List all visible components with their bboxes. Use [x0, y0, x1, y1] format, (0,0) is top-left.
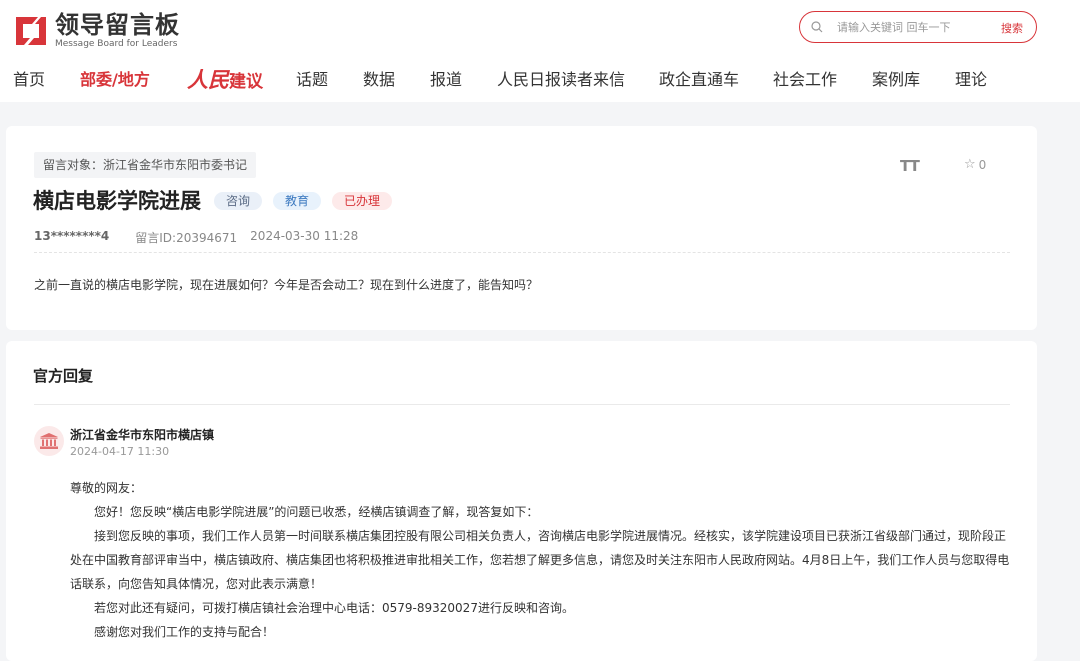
search-icon [811, 21, 823, 33]
site-logo[interactable]: 领导留言板 Message Board for Leaders [13, 12, 180, 50]
reply-section-title: 官方回复 [33, 367, 94, 385]
divider [34, 252, 1010, 253]
nav-data[interactable]: 数据 [363, 66, 395, 94]
nav-ministries[interactable]: 部委/地方 [80, 66, 150, 94]
reply-paragraph: 您好！您反映“横店电影学院进展”的问题已收悉，经横店镇调查了解，现答复如下： [94, 505, 539, 519]
search-box: 搜索 [799, 11, 1037, 43]
status-badge: 已办理 [332, 192, 393, 210]
search-button[interactable]: 搜索 [1001, 20, 1023, 36]
nav-case-library[interactable]: 案例库 [872, 66, 920, 94]
favorite-button[interactable]: ☆ 0 [964, 157, 986, 172]
message-target: 留言对象：浙江省金华市东阳市委书记 [34, 152, 257, 178]
font-size-toggle[interactable]: TT [900, 157, 920, 175]
nav-renmin-script: 人民 [187, 67, 229, 92]
logo-title: 领导留言板 [55, 11, 180, 39]
nav-renmin-suggestions[interactable]: 人民建议 [187, 66, 263, 96]
message-card: 留言对象：浙江省金华市东阳市委书记 TT ☆ 0 横店电影学院进展 咨询 教育 … [6, 126, 1037, 330]
message-title: 横店电影学院进展 [33, 189, 201, 213]
official-reply-card: 官方回复 浙江省金华市东阳市横店镇 2024-04-17 11:30 尊敬的网友… [6, 341, 1037, 661]
message-meta: 13********4 留言ID:20394671 2024-03-30 11:… [34, 229, 358, 246]
nav-home[interactable]: 首页 [13, 66, 45, 94]
reply-paragraph: 尊敬的网友： [70, 481, 143, 495]
message-date: 2024-03-30 11:28 [250, 229, 359, 243]
reply-paragraph: 接到您反映的事项，我们工作人员第一时间联系横店集团控股有限公司相关负责人，咨询横… [70, 529, 1010, 591]
logo-subtitle: Message Board for Leaders [55, 39, 178, 49]
nav-theory[interactable]: 理论 [955, 66, 987, 94]
nav-reports[interactable]: 报道 [430, 66, 462, 94]
reply-paragraph: 感谢您对我们工作的支持与配合！ [94, 625, 275, 639]
logo-mark-icon [13, 14, 49, 48]
nav-topics[interactable]: 话题 [296, 66, 328, 94]
nav-reader-letters[interactable]: 人民日报读者来信 [497, 66, 625, 94]
government-building-icon [34, 426, 64, 456]
reply-paragraph: 若您对此还有疑问，可拨打横店镇社会治理中心电话：0579-89320027进行反… [94, 601, 574, 615]
message-body: 之前一直说的横店电影学院，现在进展如何？今年是否会动工？现在到什么进度了，能告知… [34, 278, 539, 292]
reply-date: 2024-04-17 11:30 [70, 445, 170, 458]
font-size-icon: TT [900, 157, 920, 175]
nav-renmin-text: 建议 [229, 72, 263, 92]
site-header: 领导留言板 Message Board for Leaders 搜索 首页 部委… [0, 0, 1080, 102]
reply-organization: 浙江省金华市东阳市横店镇 [70, 428, 215, 442]
star-icon: ☆ [964, 157, 976, 172]
nav-social-work[interactable]: 社会工作 [773, 66, 837, 94]
message-id: 留言ID:20394671 [135, 231, 238, 245]
reply-content: 尊敬的网友： 您好！您反映“横店电影学院进展”的问题已收悉，经横店镇调查了解，现… [70, 476, 1016, 644]
tag-consult[interactable]: 咨询 [214, 192, 263, 210]
search-input[interactable] [837, 20, 987, 34]
divider [34, 404, 1010, 405]
message-tags: 咨询 教育 已办理 [214, 192, 393, 210]
favorite-count: 0 [978, 157, 987, 172]
tag-education[interactable]: 教育 [273, 192, 322, 210]
message-user: 13********4 [34, 229, 110, 243]
nav-gov-enterprise[interactable]: 政企直通车 [659, 66, 739, 94]
